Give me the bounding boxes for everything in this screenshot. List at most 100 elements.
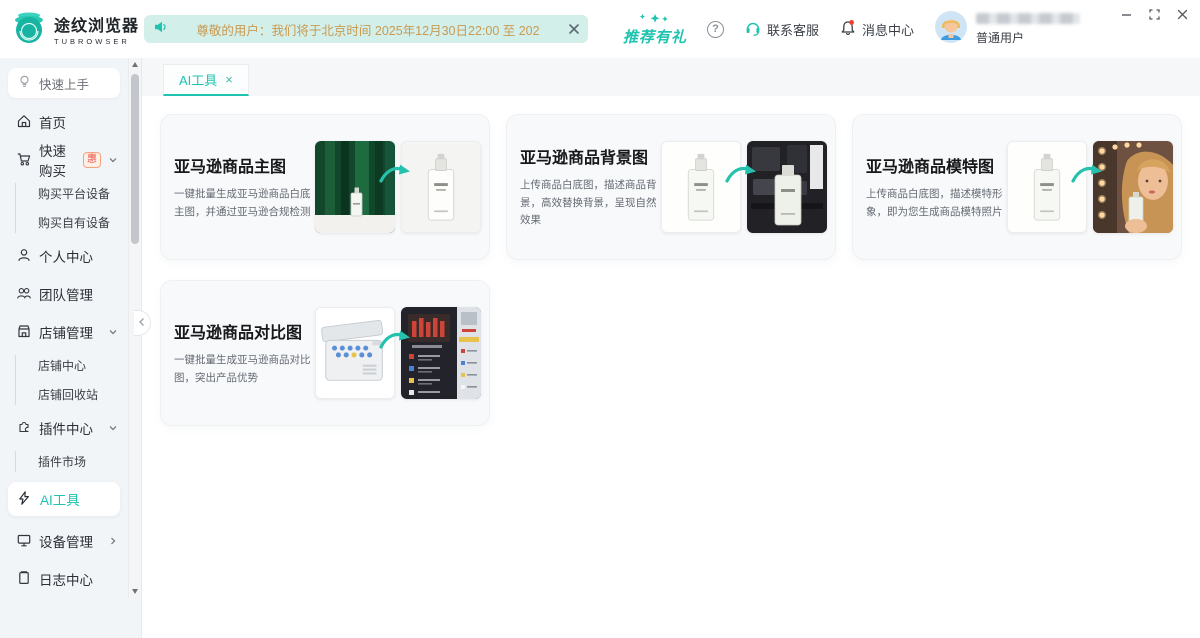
shop-subgroup: 店铺中心 店铺回收站 [0,351,128,409]
sidebar-item-label: AI工具 [40,489,80,509]
message-center-label: 消息中心 [862,20,914,39]
chevron-left-icon [138,314,146,332]
app-window: 途纹浏览器 TUBROWSER 尊敬的用户：我们将于北京时间 2025年12月3… [0,0,1200,638]
card-amazon-comparison-image[interactable]: 亚马逊商品对比图 一键批量生成亚马逊商品对比图，突出产品优势 [160,280,490,426]
user-menu[interactable]: 普通用户 [934,10,1080,49]
card-description: 一键批量生成亚马逊商品对比图，突出产品优势 [174,352,312,388]
tab-label: AI工具 [179,70,217,89]
announcement-text: 尊敬的用户：我们将于北京时间 2025年12月30日22:00 至 202 [174,20,562,39]
transform-arrow-icon [1069,161,1103,192]
sidebar-item-label: 首页 [39,112,66,132]
main-content: AI工具 × 亚马逊商品主图 一键批量生成亚马逊商品白底主图，并通过亚马逊合规检… [142,58,1200,638]
speaker-icon [152,19,168,40]
user-name-redacted [976,13,1080,24]
after-image [1093,141,1173,233]
referral-button[interactable]: 推荐有礼 [623,14,687,45]
card-title: 亚马逊商品主图 [174,153,312,177]
announcement-banner: 尊敬的用户：我们将于北京时间 2025年12月30日22:00 至 202 [144,15,588,43]
card-amazon-background-image[interactable]: 亚马逊商品背景图 上传商品白底图，描述商品背景，高效替换背景，呈现自然效果 [506,114,836,260]
team-icon [16,285,32,304]
card-description: 上传商品白底图，描述商品背景，高效替换背景，呈现自然效果 [520,177,658,231]
sidebar-item-label: 店铺管理 [39,322,93,342]
card-amazon-model-image[interactable]: 亚马逊商品模特图 上传商品白底图，描述模特形象，即为您生成商品模特照片 [852,114,1182,260]
sidebar-item-label: 团队管理 [39,284,93,304]
card-preview [315,307,481,399]
shop-icon [16,323,32,342]
chevron-down-icon [108,423,118,433]
app-subtitle: TUBROWSER [54,37,139,46]
quick-buy-subgroup: 购买平台设备 购买自有设备 [0,179,128,237]
contact-support-label: 联系客服 [767,20,819,39]
app-title: 途纹浏览器 [54,12,139,36]
sidebar-item-device-management[interactable]: 设备管理 [0,522,128,560]
transform-arrow-icon [377,327,411,358]
plugin-subgroup: 插件市场 [0,447,128,476]
sidebar-item-label: 个人中心 [39,246,93,266]
sidebar-item-label: 设备管理 [39,531,93,551]
sidebar-item-ai-tools[interactable]: AI工具 [8,482,120,516]
avatar [934,10,968,49]
contact-support-button[interactable]: 联系客服 [744,19,819,40]
sidebar-item-quick-buy[interactable]: 快速购买 惠 [0,141,128,179]
device-icon [16,532,32,551]
after-image [401,307,481,399]
window-controls [1118,6,1190,22]
chevron-right-icon [108,536,118,546]
cart-icon [16,151,32,170]
referral-label: 推荐有礼 [623,30,687,45]
log-icon [16,570,32,589]
scrollbar-up-arrow[interactable] [132,62,138,67]
transform-arrow-icon [723,161,757,192]
sidebar-item-buy-own-device[interactable]: 购买自有设备 [0,208,128,237]
logo-icon [12,10,46,49]
card-preview [315,141,481,233]
sidebar-item-shop-center[interactable]: 店铺中心 [0,351,128,380]
sidebar-item-plugin-center[interactable]: 插件中心 [0,409,128,447]
headset-icon [744,19,762,40]
user-role: 普通用户 [976,29,1080,46]
sidebar-item-label: 快速购买 [39,140,70,180]
chevron-down-icon [108,327,118,337]
sidebar-item-quick-start[interactable]: 快速上手 [8,68,120,98]
chevron-down-icon [108,155,118,165]
banner-close-icon[interactable] [568,23,580,35]
bell-icon [839,19,857,40]
bulb-icon [17,74,32,92]
header-actions: 推荐有礼 ? 联系客服 [623,10,1200,49]
sidebar-item-plugin-market[interactable]: 插件市场 [0,447,128,476]
scrollbar-thumb[interactable] [131,74,139,244]
app-header: 途纹浏览器 TUBROWSER 尊敬的用户：我们将于北京时间 2025年12月3… [0,0,1200,58]
card-preview [1007,141,1173,233]
card-title: 亚马逊商品背景图 [520,144,658,168]
card-title: 亚马逊商品模特图 [866,153,1004,177]
sidebar-item-personal-center[interactable]: 个人中心 [0,237,128,275]
tab-close-icon[interactable]: × [225,72,233,87]
card-amazon-main-image[interactable]: 亚马逊商品主图 一键批量生成亚马逊商品白底主图，并通过亚马逊合规检测 [160,114,490,260]
sidebar-item-home[interactable]: 首页 [0,103,128,141]
plugin-icon [16,419,32,438]
scrollbar-down-arrow[interactable] [132,589,138,594]
sidebar-item-log-center[interactable]: 日志中心 [0,560,128,598]
minimize-icon[interactable] [1118,6,1134,22]
quick-start-label: 快速上手 [39,74,89,93]
app-logo: 途纹浏览器 TUBROWSER [0,10,142,49]
sidebar-item-buy-platform-device[interactable]: 购买平台设备 [0,179,128,208]
close-icon[interactable] [1174,6,1190,22]
sidebar-item-shop-management[interactable]: 店铺管理 [0,313,128,351]
tab-bar: AI工具 × [142,58,1200,96]
sidebar-item-shop-recycle[interactable]: 店铺回收站 [0,380,128,409]
home-icon [16,113,32,132]
sidebar-item-team-management[interactable]: 团队管理 [0,275,128,313]
after-image [401,141,481,233]
sidebar-item-label: 日志中心 [39,569,93,589]
sidebar-item-label: 插件中心 [39,418,93,438]
card-title: 亚马逊商品对比图 [174,319,312,343]
help-icon[interactable]: ? [707,21,724,38]
ai-icon [16,490,32,509]
maximize-icon[interactable] [1146,6,1162,22]
message-center-button[interactable]: 消息中心 [839,19,914,40]
transform-arrow-icon [377,161,411,192]
referral-stars-icon [638,14,672,30]
tab-ai-tools[interactable]: AI工具 × [163,64,249,96]
card-preview [661,141,827,233]
